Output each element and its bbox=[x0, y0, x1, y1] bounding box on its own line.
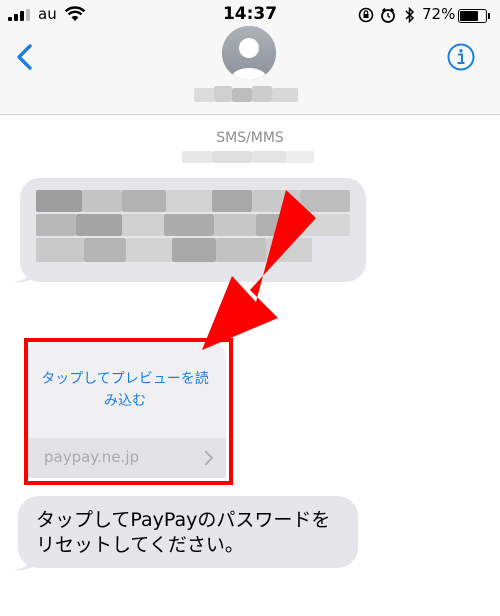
incoming-message[interactable]: タップしてPayPayのパスワードをリセットしてください。 bbox=[18, 496, 358, 568]
annotation-highlight-box bbox=[24, 338, 233, 485]
conversation-header bbox=[0, 26, 500, 115]
rotation-lock-icon bbox=[358, 7, 374, 23]
contact-avatar[interactable] bbox=[222, 26, 276, 80]
info-circle-icon[interactable] bbox=[446, 42, 476, 72]
message-text: タップしてPayPayのパスワードをリセットしてください。 bbox=[36, 509, 331, 556]
battery-icon bbox=[458, 9, 490, 23]
bluetooth-icon bbox=[405, 6, 415, 24]
service-label: SMS/MMS bbox=[216, 130, 284, 146]
battery-level-fill bbox=[460, 11, 478, 21]
person-silhouette-icon bbox=[222, 26, 276, 80]
battery-percent: 72% bbox=[422, 5, 456, 23]
redacted-text-block bbox=[36, 190, 356, 274]
chevron-left-icon[interactable] bbox=[10, 38, 44, 76]
alarm-icon bbox=[381, 7, 395, 23]
